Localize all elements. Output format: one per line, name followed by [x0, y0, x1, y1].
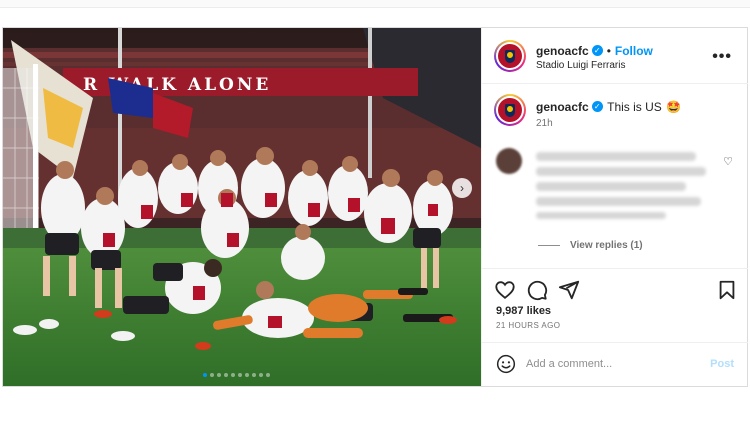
caption-username[interactable]: genoacfc [536, 100, 589, 114]
post-image[interactable]: R WALK ALONE › [3, 28, 481, 386]
genoa-crest-icon [498, 44, 522, 68]
post-comment-button[interactable]: Post [710, 358, 734, 370]
carousel-dot [245, 373, 249, 377]
post-header: genoacfc ✓ • Follow Stadio Luigi Ferraris •… [482, 28, 748, 84]
comment-bubble-icon[interactable] [526, 279, 548, 301]
post-actions: 9,987 likes 21 HOURS AGO [482, 268, 748, 342]
caption-avatar-wrap [494, 94, 526, 126]
carousel-dot [217, 373, 221, 377]
carousel-dot [210, 373, 214, 377]
caption-text: This is US [607, 100, 662, 114]
comment-like-heart-icon[interactable]: ♡ [723, 155, 733, 168]
comment-input[interactable]: Add a comment... [526, 358, 612, 370]
commenter-avatar[interactable] [496, 148, 522, 174]
carousel-dot [231, 373, 235, 377]
follow-button[interactable]: Follow [615, 44, 653, 58]
browser-top-strip [0, 0, 750, 8]
caption-avatar[interactable] [494, 94, 526, 126]
add-comment-bar: Add a comment... Post [482, 342, 748, 386]
carousel-next-button[interactable]: › [452, 178, 472, 198]
carousel-dot [203, 373, 207, 377]
more-options-icon[interactable]: ••• [712, 48, 732, 66]
carousel-dot [252, 373, 256, 377]
like-heart-icon[interactable] [494, 279, 516, 301]
team-celebration-photo: R WALK ALONE [3, 28, 481, 386]
view-replies-link[interactable]: View replies (1) [570, 240, 643, 251]
location-link[interactable]: Stadio Luigi Ferraris [536, 60, 625, 71]
likes-count[interactable]: 9,987 likes [496, 305, 551, 317]
verified-badge-icon: ✓ [591, 45, 603, 57]
post-sidebar: genoacfc ✓ • Follow Stadio Luigi Ferraris •… [481, 28, 748, 386]
carousel-dot [224, 373, 228, 377]
caption: genoacfc ✓ This is US 🤩 [536, 98, 681, 116]
verified-badge-icon: ✓ [591, 101, 603, 113]
save-bookmark-icon[interactable] [716, 279, 738, 301]
blurred-comment [536, 152, 706, 225]
carousel-dot [259, 373, 263, 377]
instagram-post-modal: R WALK ALONE › genoacfc ✓ • Follow Stadi… [2, 27, 748, 387]
share-send-icon[interactable] [558, 279, 580, 301]
carousel-dot [238, 373, 242, 377]
caption-time[interactable]: 21h [536, 118, 553, 129]
star-struck-emoji: 🤩 [666, 100, 682, 114]
post-timestamp[interactable]: 21 HOURS AGO [496, 321, 560, 330]
emoji-picker-icon[interactable] [496, 354, 516, 374]
account-avatar[interactable] [494, 40, 526, 72]
genoa-crest-icon [498, 98, 522, 122]
separator-dot: • [606, 44, 611, 58]
carousel-dot [266, 373, 270, 377]
carousel-indicator [203, 373, 270, 379]
replies-divider [538, 245, 560, 246]
header-username[interactable]: genoacfc [536, 44, 589, 58]
